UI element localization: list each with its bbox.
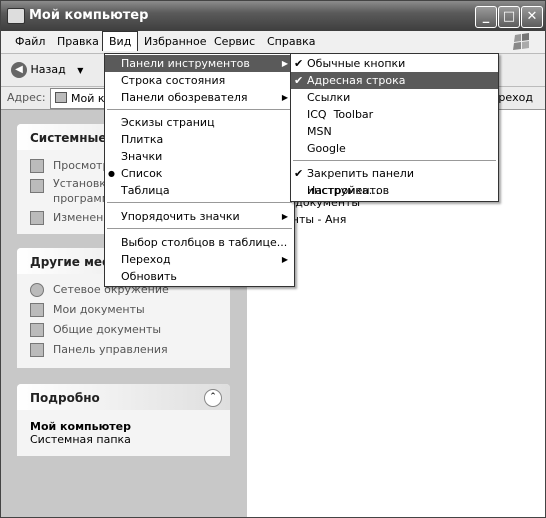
- address-label: Адрес:: [7, 91, 46, 104]
- collapse-icon[interactable]: ⌃: [204, 389, 222, 407]
- window-title: Мой компьютер: [29, 8, 149, 23]
- menu-item-tiles[interactable]: Плитка: [105, 131, 294, 148]
- close-button[interactable]: ✕: [521, 6, 543, 28]
- menu-item-details[interactable]: Таблица: [105, 182, 294, 199]
- computer-small-icon: [55, 92, 67, 103]
- title-bar: Мой компьютер _ □ ✕: [1, 1, 545, 31]
- menu-item-explorer-bars[interactable]: Панели обозревателя ▶: [105, 89, 294, 106]
- place-my-documents[interactable]: Мои документы: [17, 300, 230, 320]
- maximize-button[interactable]: □: [498, 6, 520, 28]
- back-button[interactable]: ◀ Назад ▼: [11, 62, 83, 78]
- menu-bar: Файл Правка Вид Избранное Сервис Справка: [1, 31, 545, 54]
- menu-separator: [107, 228, 292, 229]
- windows-logo-icon: [513, 33, 529, 50]
- menu-item-thumbnails[interactable]: Эскизы страниц: [105, 114, 294, 131]
- check-icon: ✔: [294, 167, 304, 180]
- info-icon: [30, 159, 44, 173]
- submenu-customize[interactable]: Настройка...: [291, 182, 498, 199]
- menu-separator: [107, 202, 292, 203]
- menu-item-status-bar[interactable]: Строка состояния: [105, 72, 294, 89]
- control-panel-icon: [30, 343, 44, 357]
- menu-view[interactable]: Вид: [102, 31, 139, 51]
- submenu-icq-toolbar[interactable]: ICQ Toolbar: [291, 106, 498, 123]
- menu-item-refresh[interactable]: Обновить: [105, 268, 294, 285]
- network-icon: [30, 283, 44, 297]
- place-control-panel[interactable]: Панель управления: [17, 340, 230, 360]
- menu-item-icons[interactable]: Значки: [105, 148, 294, 165]
- bullet-icon: ●: [108, 169, 115, 178]
- menu-edit[interactable]: Правка: [57, 35, 99, 48]
- details-title[interactable]: Подробно: [17, 384, 230, 410]
- place-shared-documents[interactable]: Общие документы: [17, 320, 230, 340]
- install-icon: [30, 179, 44, 193]
- submenu-msn[interactable]: MSN: [291, 123, 498, 140]
- menu-separator: [107, 109, 292, 110]
- back-arrow-icon: ◀: [11, 62, 27, 78]
- computer-icon: [7, 8, 25, 24]
- menu-item-list[interactable]: ● Список: [105, 165, 294, 182]
- toolbars-submenu: ✔ Обычные кнопки ✔ Адресная строка Ссылки …: [290, 53, 499, 202]
- check-icon: ✔: [294, 74, 304, 87]
- submenu-arrow-icon: ▶: [281, 93, 288, 102]
- back-dropdown-icon[interactable]: ▼: [77, 66, 83, 75]
- window: Мой компьютер _ □ ✕ Файл Правка Вид Избр…: [0, 0, 546, 518]
- submenu-links[interactable]: Ссылки: [291, 89, 498, 106]
- submenu-address-bar[interactable]: ✔ Адресная строка: [291, 72, 498, 89]
- details-desc: Системная папка: [30, 433, 131, 446]
- view-menu: Панели инструментов ▶ Строка состояния Па…: [104, 53, 295, 287]
- details-panel: Подробно ⌃ Мой компьютер Системная папка: [17, 384, 230, 456]
- settings-icon: [30, 211, 44, 225]
- details-name: Мой компьютер: [30, 420, 132, 433]
- menu-item-choose-columns[interactable]: Выбор столбцов в таблице...: [105, 234, 294, 251]
- menu-separator: [293, 160, 496, 161]
- folder-icon: [30, 323, 44, 337]
- menu-item-go-to[interactable]: Переход ▶: [105, 251, 294, 268]
- back-label: Назад: [30, 63, 66, 76]
- submenu-arrow-icon: ▶: [281, 212, 288, 221]
- menu-item-toolbars[interactable]: Панели инструментов ▶: [105, 55, 294, 72]
- menu-favorites[interactable]: Избранное: [144, 35, 206, 48]
- menu-file[interactable]: Файл: [15, 35, 45, 48]
- my-documents-icon: [30, 303, 44, 317]
- menu-help[interactable]: Справка: [267, 35, 315, 48]
- menu-tools[interactable]: Сервис: [214, 35, 255, 48]
- submenu-google[interactable]: Google: [291, 140, 498, 157]
- address-value: Мой к: [71, 92, 105, 105]
- submenu-arrow-icon: ▶: [281, 255, 288, 264]
- address-input[interactable]: Мой к: [50, 88, 112, 109]
- submenu-standard-buttons[interactable]: ✔ Обычные кнопки: [291, 55, 498, 72]
- submenu-arrow-icon: ▶: [281, 59, 288, 68]
- minimize-button[interactable]: _: [475, 6, 497, 28]
- check-icon: ✔: [294, 57, 304, 70]
- menu-item-arrange-icons[interactable]: Упорядочить значки ▶: [105, 208, 294, 225]
- submenu-lock-toolbars[interactable]: ✔ Закрепить панели инструментов: [291, 165, 498, 197]
